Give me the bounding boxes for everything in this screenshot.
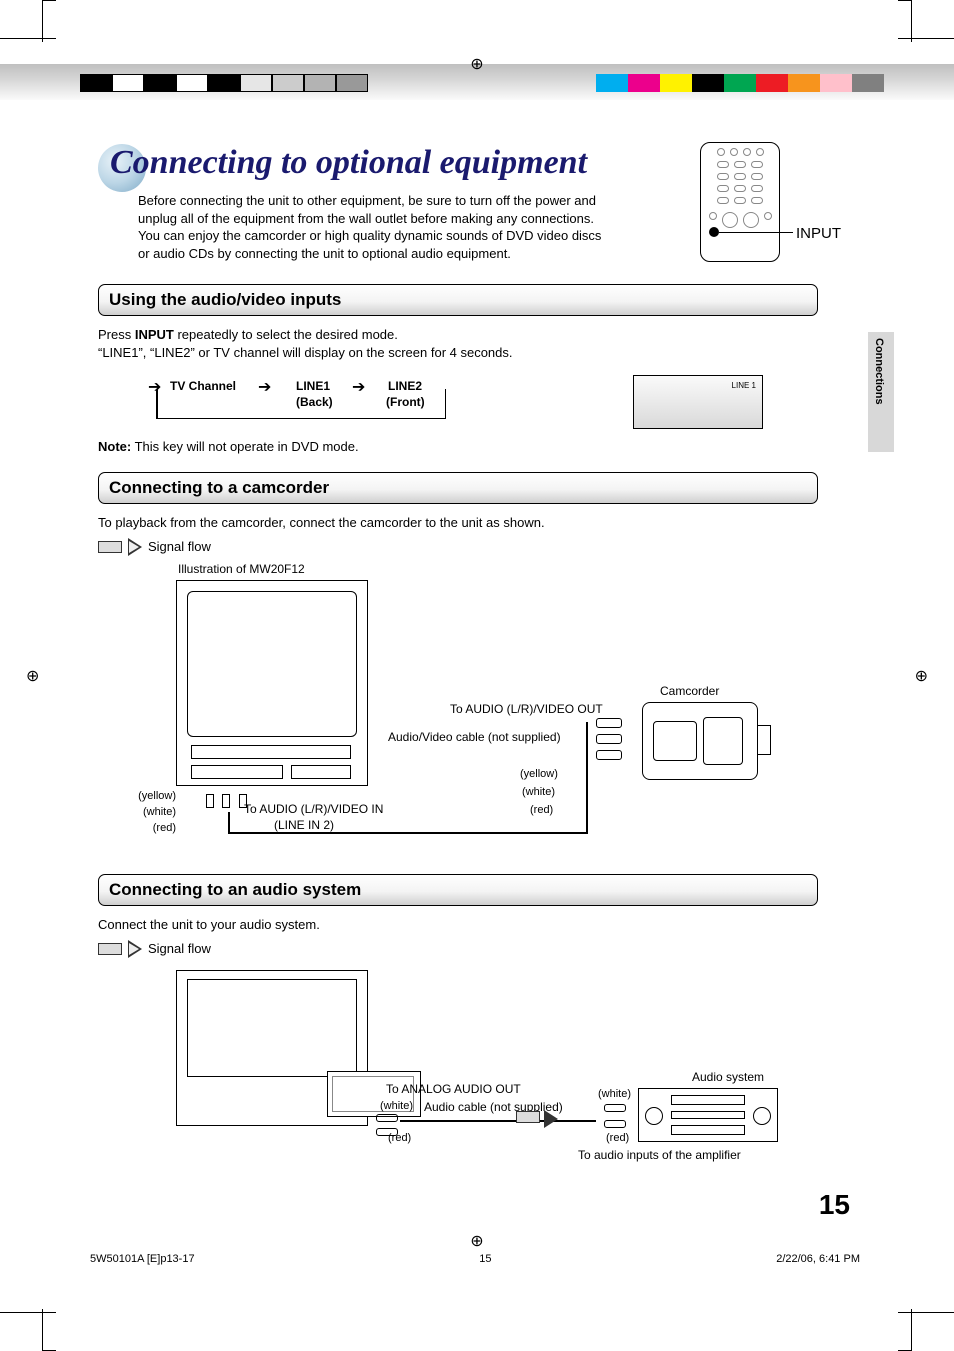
input-cycle-diagram: ➔ TV Channel ➔ LINE1 (Back) ➔ LINE2 (Fro…: [148, 375, 648, 431]
tv-back-icon: [176, 970, 368, 1126]
tv-jacks-icon: [206, 794, 247, 813]
section1-note: Note: This key will not operate in DVD m…: [98, 439, 818, 454]
to-analog-out-label: To ANALOG AUDIO OUT: [386, 1082, 521, 1096]
color-label-yellow: (yellow): [128, 790, 176, 802]
signal-flow-legend: Signal flow: [98, 940, 818, 958]
audio-system-icon: [638, 1088, 778, 1142]
loop-line: [156, 389, 158, 419]
audio-system-diagram: To ANALOG AUDIO OUT (white) Audio cable …: [98, 964, 798, 1164]
arrow-head-icon: [128, 940, 142, 958]
crop-mark: [0, 38, 56, 52]
section3-intro: Connect the unit to your audio system.: [98, 916, 818, 934]
footer-left: 5W50101A [E]p13-17: [90, 1253, 195, 1265]
camcorder-icon: [642, 702, 758, 780]
to-av-in-sublabel: (LINE IN 2): [274, 818, 334, 832]
page-title: Connecting to optional equipment: [98, 144, 818, 182]
color-label-red: (red): [388, 1132, 411, 1144]
registration-mark-icon: ⊕: [915, 666, 928, 686]
color-label-white: (white): [128, 806, 176, 818]
crop-mark: [898, 1299, 954, 1313]
side-tab-label: Connections: [873, 338, 885, 405]
tv-unit-icon: [176, 580, 368, 786]
signal-flow-legend: Signal flow: [98, 538, 818, 556]
amp-inputs-label: To audio inputs of the amplifier: [578, 1148, 741, 1162]
color-label-red: (red): [606, 1132, 629, 1144]
text: repeatedly to select the desired mode.: [174, 327, 398, 342]
rca-plugs-icon: [596, 718, 622, 760]
arrow-body-icon: [98, 541, 122, 553]
cable-line: [400, 1120, 596, 1122]
color-label-white: (white): [522, 786, 555, 798]
intro-text: Before connecting the unit to other equi…: [138, 192, 613, 262]
side-tab: Connections: [868, 332, 894, 452]
arrow-body-icon: [98, 943, 122, 955]
osd-preview: LINE 1: [633, 375, 763, 429]
section-heading-camcorder: Connecting to a camcorder: [98, 472, 818, 504]
camcorder-label: Camcorder: [660, 684, 719, 698]
footer-right: 2/22/06, 6:41 PM: [776, 1253, 860, 1265]
camcorder-diagram: Illustration of MW20F12 (yellow) (white)…: [98, 562, 798, 862]
loop-line: [156, 389, 446, 419]
crop-mark: [42, 1309, 56, 1351]
text: Press: [98, 327, 135, 342]
crop-mark: [898, 0, 912, 42]
registration-mark-icon: ⊕: [26, 666, 39, 686]
footer-center: 15: [479, 1253, 491, 1265]
av-cable-label: Audio/Video cable (not supplied): [388, 730, 561, 744]
rca-plugs-icon: [604, 1104, 626, 1128]
color-label-red: (red): [128, 822, 176, 834]
registration-mark-icon: ⊕: [470, 1231, 483, 1251]
text: “LINE1”, “LINE2” or TV channel will disp…: [98, 345, 513, 360]
cable-line: [228, 812, 230, 832]
registration-mark-icon: ⊕: [470, 54, 483, 74]
text-bold: INPUT: [135, 327, 174, 342]
to-av-in-label: To AUDIO (L/R)/VIDEO IN: [244, 802, 383, 816]
crop-mark: [0, 1299, 56, 1313]
arrow-head-icon: [128, 538, 142, 556]
color-label-white: (white): [598, 1088, 631, 1100]
illustration-caption: Illustration of MW20F12: [178, 562, 305, 576]
flow-arrow-icon: [516, 1110, 558, 1128]
color-label-yellow: (yellow): [520, 768, 558, 780]
section2-intro: To playback from the camcorder, connect …: [98, 514, 818, 532]
note-label: Note:: [98, 439, 131, 454]
crop-mark: [898, 38, 954, 52]
color-label-red: (red): [530, 804, 553, 816]
section-heading-av-inputs: Using the audio/video inputs: [98, 284, 818, 316]
page-title-wrap: Connecting to optional equipment: [98, 144, 818, 182]
color-label-white: (white): [380, 1100, 413, 1112]
cable-line: [586, 722, 588, 834]
crop-mark: [42, 0, 56, 42]
cable-line: [228, 832, 588, 834]
footer: 5W50101A [E]p13-17 15 2/22/06, 6:41 PM: [90, 1253, 860, 1265]
section1-body: Press INPUT repeatedly to select the des…: [98, 326, 818, 362]
page-number: 15: [819, 1189, 850, 1221]
signal-flow-label: Signal flow: [148, 539, 211, 554]
crop-mark: [898, 1309, 912, 1351]
osd-text: LINE 1: [732, 381, 756, 390]
audio-system-label: Audio system: [692, 1070, 764, 1084]
to-av-out-label: To AUDIO (L/R)/VIDEO OUT: [450, 702, 603, 716]
signal-flow-label: Signal flow: [148, 941, 211, 956]
note-text: This key will not operate in DVD mode.: [131, 439, 358, 454]
section-heading-audio-system: Connecting to an audio system: [98, 874, 818, 906]
